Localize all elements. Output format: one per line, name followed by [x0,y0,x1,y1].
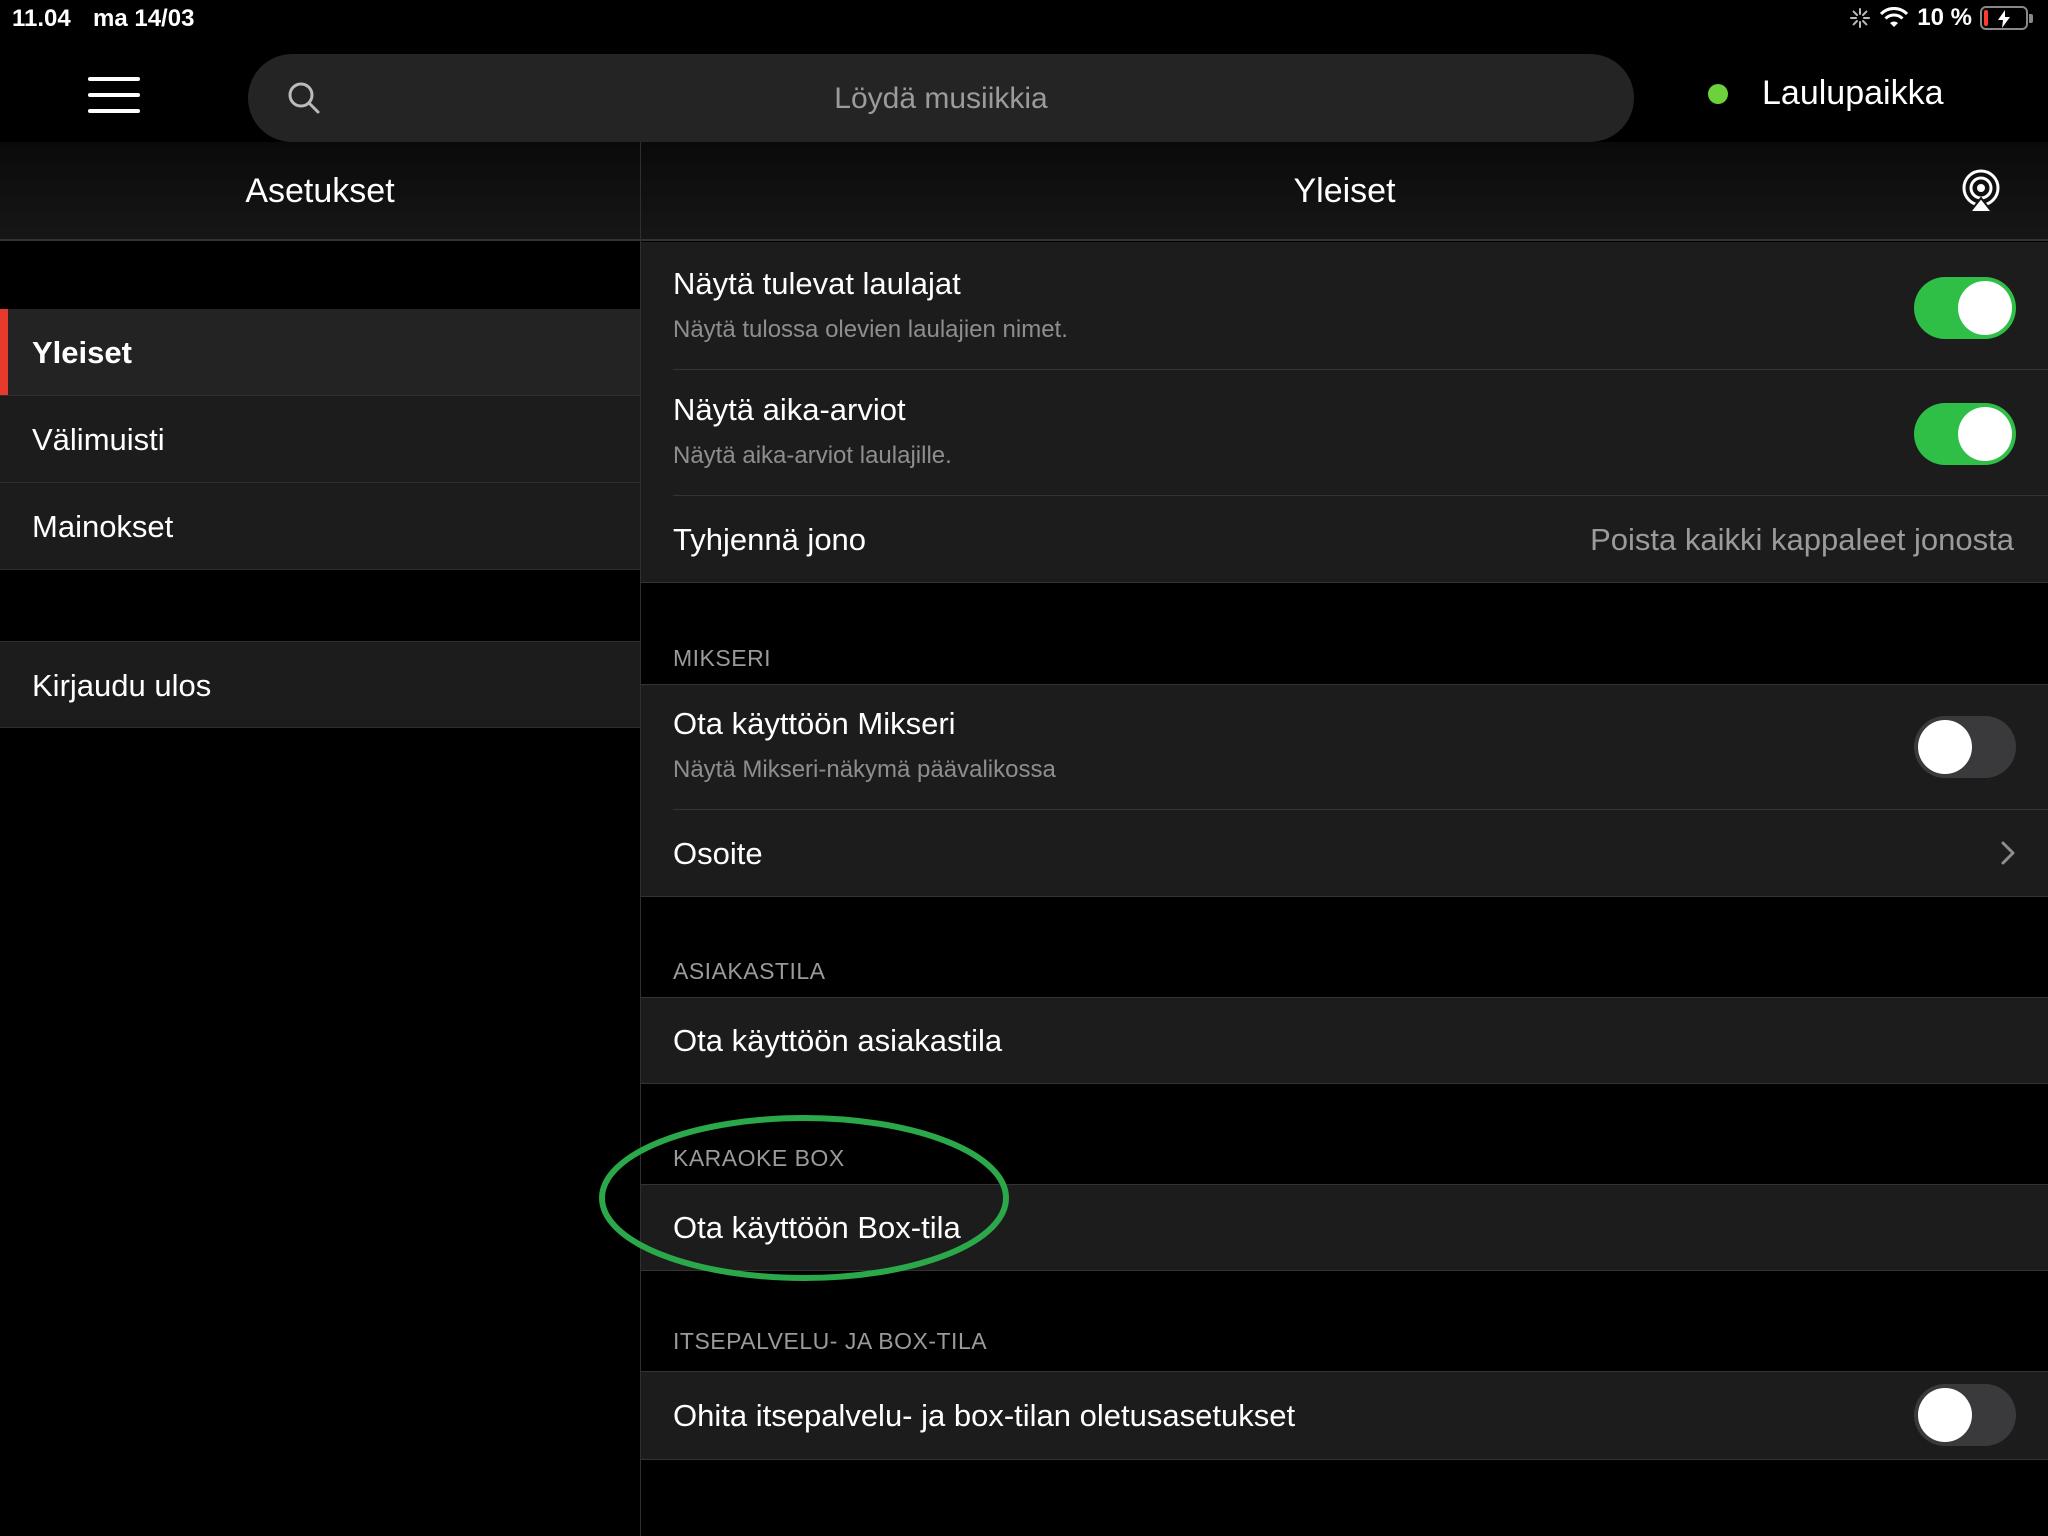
mixer-toggle[interactable] [1914,716,2016,778]
setting-subtitle: Näytä aika-arviot laulajille. [673,442,952,469]
charging-bolt-icon [1998,10,2010,28]
section-header-karaoke-box: KARAOKE BOX [673,1145,845,1171]
setting-title: Ohita itsepalvelu- ja box-tilan oletusas… [673,1398,1296,1433]
setting-title: Näytä tulevat laulajat [673,266,961,301]
venue-indicator[interactable]: Laulupaikka [1708,74,1943,113]
wifi-icon [1880,7,1909,27]
clear-queue-row[interactable]: Tyhjennä jono Poista kaikki kappaleet jo… [641,496,2048,583]
sidebar-item-valimuisti[interactable]: Välimuisti [0,396,640,483]
online-status-dot [1708,83,1728,104]
override-defaults-toggle[interactable] [1914,1384,2016,1446]
setting-subtitle: Näytä tulossa olevien laulajien nimet. [673,316,1068,343]
sidebar-item-label: Välimuisti [32,422,165,457]
show-estimates-toggle[interactable] [1914,403,2016,465]
setting-title: Tyhjennä jono [673,522,867,557]
sidebar-item-yleiset[interactable]: Yleiset [0,309,640,396]
show-upcoming-toggle[interactable] [1914,277,2016,339]
status-indicators: 10 % [1849,4,2033,32]
logout-button[interactable]: Kirjaudu ulos [0,641,640,728]
content-header: Yleiset [641,142,2048,241]
clear-queue-action[interactable]: Poista kaikki kappaleet jonosta [1590,522,2014,558]
sidebar-item-label: Yleiset [32,335,132,370]
battery-percent: 10 % [1917,4,1972,31]
setting-override-defaults: Ohita itsepalvelu- ja box-tilan oletusas… [641,1371,2048,1460]
battery-fill [1984,10,1988,26]
section-header-mixer: MIKSERI [673,645,772,671]
setting-title: Ota käyttöön asiakastila [673,1023,1003,1058]
status-time: 11.04 [12,5,71,32]
enable-box-mode-row[interactable]: Ota käyttöön Box-tila [641,1184,2048,1271]
status-bar: 11.04 ma 14/03 10 % [0,0,2048,40]
setting-subtitle: Näytä Mikseri-näkymä päävalikossa [673,756,1056,783]
setting-show-time-estimates: Näytä aika-arviot Näytä aika-arviot laul… [641,370,2048,496]
setting-title: Näytä aika-arviot [673,392,906,427]
sidebar-item-label: Mainokset [32,509,174,544]
address-row[interactable]: Osoite [641,810,2048,897]
battery-icon [1980,6,2033,30]
search-placeholder[interactable]: Löydä musiikkia [248,82,1634,116]
setting-enable-mixer: Ota käyttöön Mikseri Näytä Mikseri-näkym… [641,684,2048,810]
setting-title: Osoite [673,836,763,871]
sidebar-item-mainokset[interactable]: Mainokset [0,483,640,570]
activity-spinner-icon [1850,8,1871,28]
hamburger-menu-icon[interactable] [84,75,144,115]
page-title: Yleiset [1293,172,1396,210]
logout-label: Kirjaudu ulos [32,668,212,703]
sidebar-header: Asetukset [0,142,640,241]
section-header-self-service: ITSEPALVELU- JA BOX-TILA [673,1328,988,1354]
sidebar-title: Asetukset [245,172,395,210]
enable-client-mode-row[interactable]: Ota käyttöön asiakastila [641,997,2048,1084]
search-bar[interactable]: Löydä musiikkia [248,54,1634,142]
setting-title: Ota käyttöön Mikseri [673,706,956,741]
setting-show-upcoming-singers: Näytä tulevat laulajat Näytä tulossa ole… [641,242,2048,370]
section-header-client-mode: ASIAKASTILA [673,958,826,984]
venue-name[interactable]: Laulupaikka [1762,74,1943,113]
setting-title: Ota käyttöön Box-tila [673,1210,961,1245]
chevron-right-icon [2001,841,2015,865]
airplay-icon[interactable] [1958,168,2004,214]
status-date: ma 14/03 [93,5,195,32]
